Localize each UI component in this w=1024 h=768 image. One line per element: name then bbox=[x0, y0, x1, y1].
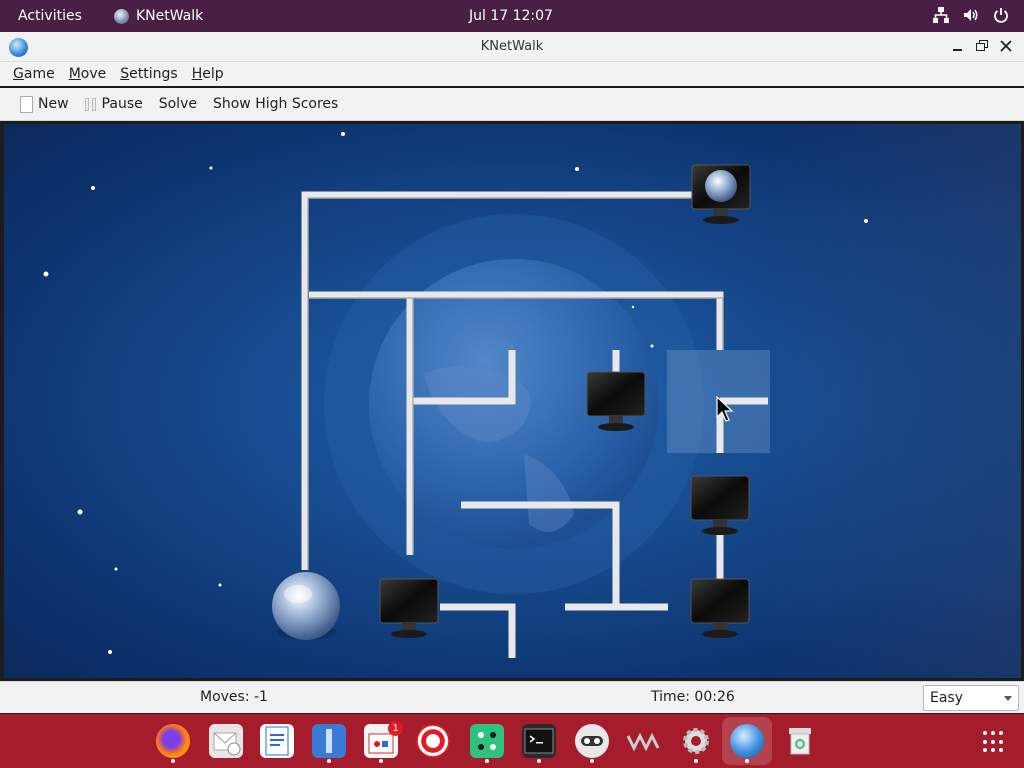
trash-icon[interactable] bbox=[783, 724, 817, 758]
menu-move[interactable]: Move bbox=[62, 66, 114, 82]
difficulty-value: Easy bbox=[930, 690, 964, 706]
writer-icon[interactable] bbox=[260, 724, 294, 758]
close-icon[interactable] bbox=[998, 38, 1014, 54]
app-menu-label: KNetWalk bbox=[136, 8, 204, 24]
menu-help[interactable]: Help bbox=[185, 66, 231, 82]
minimize-icon[interactable] bbox=[950, 38, 966, 54]
volume-icon[interactable] bbox=[962, 6, 980, 24]
dock: 1 bbox=[0, 714, 1024, 768]
high-scores-label: Show High Scores bbox=[212, 96, 339, 112]
menu-game[interactable]: Game bbox=[6, 66, 62, 82]
activities-button[interactable]: Activities bbox=[0, 8, 114, 24]
computer-terminal[interactable] bbox=[690, 578, 750, 638]
clock[interactable]: Jul 17 12:07 bbox=[469, 8, 553, 24]
window-title: KNetWalk bbox=[480, 39, 544, 54]
system-tray[interactable] bbox=[932, 6, 1010, 24]
menu-bar: Game Move Settings Help bbox=[0, 62, 1024, 86]
settings-icon[interactable] bbox=[679, 724, 713, 758]
time-counter: Time: 00:26 bbox=[651, 689, 735, 705]
firefox-icon[interactable] bbox=[156, 724, 190, 758]
pause-icon bbox=[84, 97, 97, 111]
computer-terminal[interactable] bbox=[379, 578, 439, 638]
maximize-icon[interactable] bbox=[974, 38, 990, 54]
computer-terminal[interactable] bbox=[690, 475, 750, 535]
network-icon[interactable] bbox=[932, 6, 950, 24]
solve-button[interactable]: Solve bbox=[151, 96, 205, 112]
robot-icon[interactable] bbox=[575, 724, 609, 758]
game-board[interactable] bbox=[4, 124, 1021, 678]
games-icon[interactable] bbox=[470, 724, 504, 758]
power-icon[interactable] bbox=[992, 6, 1010, 24]
evolution-icon[interactable] bbox=[209, 724, 243, 758]
app-grid-icon[interactable] bbox=[983, 731, 1005, 753]
app-menu[interactable]: KNetWalk bbox=[114, 8, 203, 24]
help-icon[interactable] bbox=[416, 724, 450, 758]
software-updates-badge: 1 bbox=[388, 721, 403, 736]
new-document-icon bbox=[20, 95, 33, 113]
new-label: New bbox=[38, 96, 69, 112]
server-globe[interactable] bbox=[272, 572, 340, 640]
window-titlebar[interactable]: KNetWalk bbox=[0, 32, 1024, 62]
pause-button[interactable]: Pause bbox=[77, 96, 151, 112]
knetwalk-icon[interactable] bbox=[730, 724, 764, 758]
toolbar: New Pause Solve Show High Scores bbox=[0, 88, 1024, 121]
show-high-scores-button[interactable]: Show High Scores bbox=[205, 96, 346, 112]
computer-terminal[interactable] bbox=[691, 164, 751, 224]
vm-icon[interactable] bbox=[626, 724, 660, 758]
files-icon[interactable] bbox=[312, 724, 346, 758]
solve-label: Solve bbox=[158, 96, 197, 112]
board-canvas[interactable] bbox=[4, 124, 1021, 678]
new-button[interactable]: New bbox=[12, 95, 77, 113]
moves-counter: Moves: -1 bbox=[200, 689, 268, 705]
status-bar: Moves: -1 Time: 00:26 Easy bbox=[0, 681, 1024, 713]
terminal-icon[interactable] bbox=[522, 724, 556, 758]
pause-label: Pause bbox=[101, 96, 143, 112]
chevron-down-icon bbox=[1004, 696, 1012, 701]
knetwalk-mini-icon bbox=[114, 8, 129, 24]
difficulty-select[interactable]: Easy bbox=[923, 685, 1019, 711]
top-bar: Activities KNetWalk Jul 17 12:07 bbox=[0, 0, 1024, 32]
menu-settings[interactable]: Settings bbox=[113, 66, 184, 82]
background-stripes bbox=[764, 124, 1021, 678]
window-controls bbox=[950, 38, 1014, 54]
